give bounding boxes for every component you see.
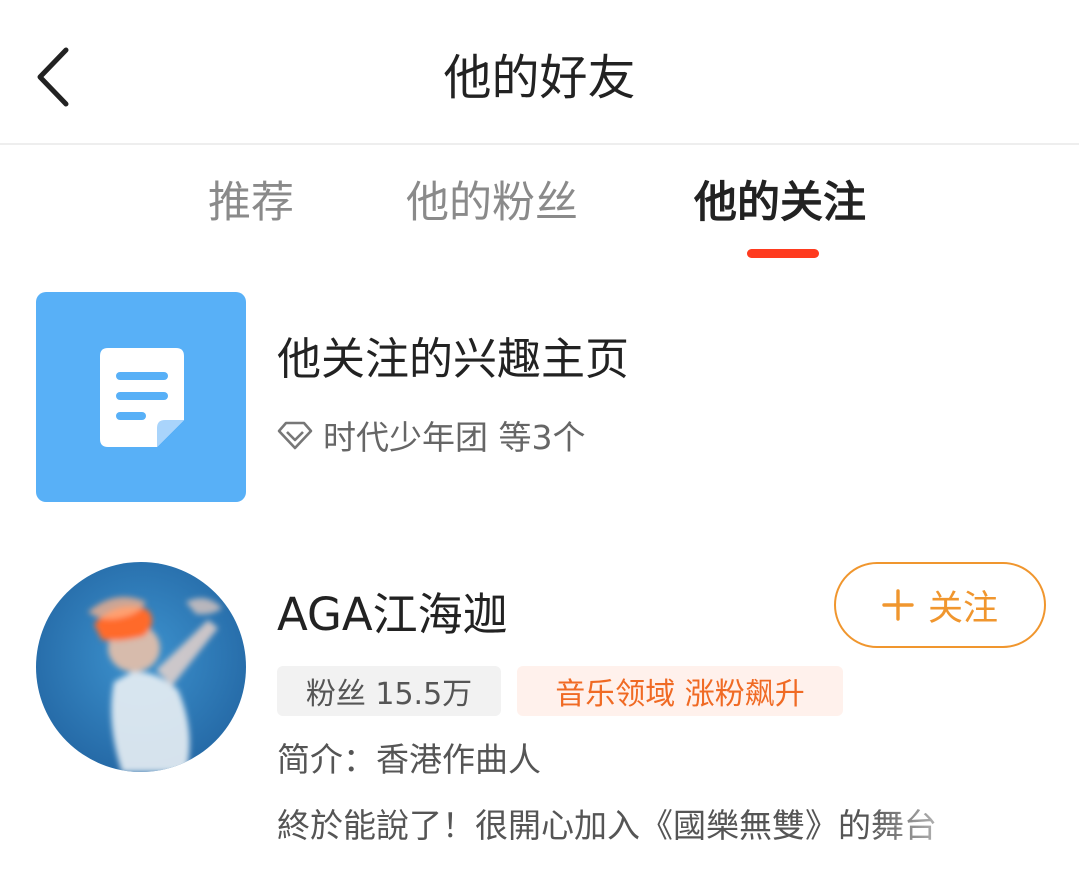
page-title: 他的好友 (443, 50, 636, 106)
user-list-item: AGA江海迦 关注 粉丝 15.5万 音乐领域 涨粉飙升 简介：香港作曲人 終於… (0, 555, 1079, 879)
tab-recommend[interactable]: 推荐 (208, 175, 294, 231)
interest-pages-tile (36, 292, 246, 502)
trending-badge: 音乐领域 涨粉飙升 (517, 666, 843, 716)
tab-his-following[interactable]: 他的关注 (694, 175, 866, 231)
interest-pages-row[interactable]: 他关注的兴趣主页 时代少年团 等3个 (0, 290, 1079, 505)
friends-page: 他的好友 推荐 他的粉丝 他的关注 他关注的兴趣主页 时代少年团 等3个 AGA… (0, 0, 1079, 879)
avatar-image (36, 562, 246, 772)
top-bar: 他的好友 (0, 0, 1079, 145)
tab-bar: 推荐 他的粉丝 他的关注 (0, 145, 1079, 270)
interest-pages-subtitle: 时代少年团 等3个 (323, 418, 586, 457)
tab-his-fans[interactable]: 他的粉丝 (406, 175, 578, 231)
follow-button-label: 关注 (927, 588, 998, 629)
active-tab-indicator (747, 249, 819, 258)
document-icon (100, 348, 184, 447)
user-name[interactable]: AGA江海迦 (277, 585, 508, 645)
avatar[interactable] (36, 562, 246, 772)
fans-count-badge: 粉丝 15.5万 (277, 666, 501, 716)
interest-pages-subtitle-row: 时代少年团 等3个 (277, 412, 586, 458)
plus-icon (882, 589, 914, 621)
follow-button[interactable]: 关注 (834, 562, 1046, 648)
interest-pages-title: 他关注的兴趣主页 (277, 334, 629, 385)
latest-post-preview[interactable]: 終於能說了！很開心加入《國樂無雙》的舞台 (277, 803, 997, 849)
user-bio: 简介：香港作曲人 (277, 740, 541, 779)
diamond-icon (277, 421, 313, 450)
